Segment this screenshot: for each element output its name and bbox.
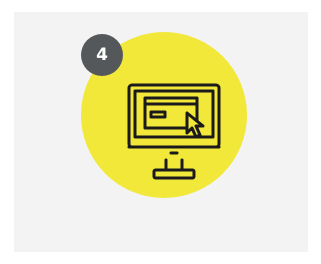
computer-monitor-with-cursor-icon [127,83,221,180]
step-number-badge: 4 [81,34,123,76]
step-card: 4 [14,12,308,252]
